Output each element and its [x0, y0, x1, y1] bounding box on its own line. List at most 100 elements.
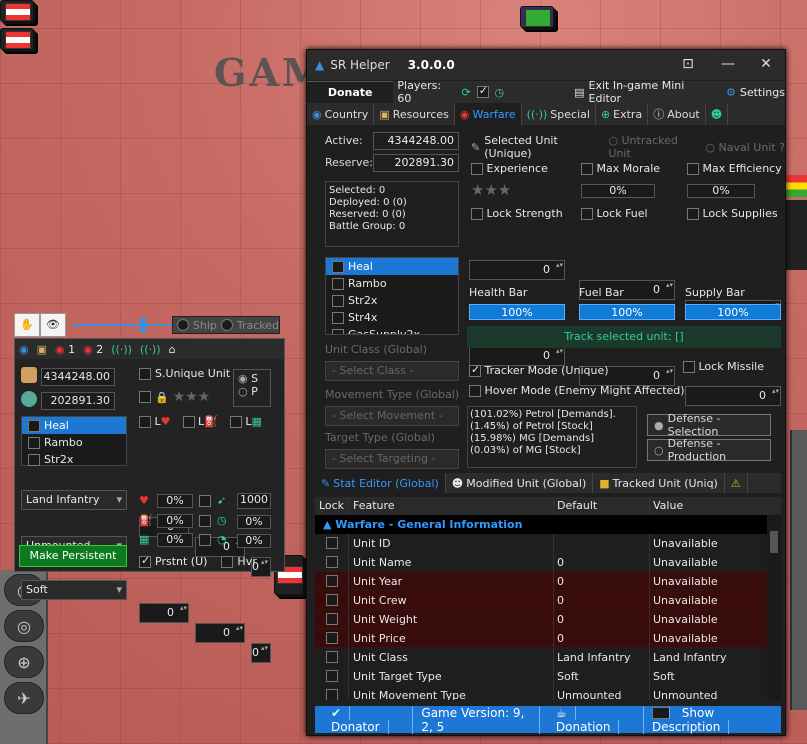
header-default[interactable]: Default — [554, 497, 650, 515]
list-item[interactable]: Str2x — [22, 451, 126, 468]
box-icon[interactable]: ▣ — [37, 343, 47, 356]
panel-active-input[interactable]: 4344248.00 — [41, 368, 115, 386]
reserve-input[interactable]: 202891.30 — [373, 154, 459, 172]
s-radio[interactable]: ◉ S — [238, 372, 266, 385]
hvr-checkbox[interactable] — [221, 555, 234, 568]
header-feature[interactable]: Feature — [349, 497, 554, 515]
panel-class-select[interactable]: Land Infantry — [21, 490, 127, 510]
radio-untracked[interactable]: ○ Untracked Unit — [608, 134, 697, 160]
minimize-button[interactable]: — — [719, 56, 737, 72]
tab-modified-unit[interactable]: ☻ Modified Unit (Global) — [446, 473, 594, 493]
list-item[interactable]: Heal — [326, 258, 458, 275]
strength-field[interactable]: 0 — [469, 260, 565, 280]
list-item[interactable]: Str2x — [326, 292, 458, 309]
l-supply[interactable]: L▦ — [229, 415, 262, 428]
panel-num-field[interactable]: 0 — [195, 623, 245, 643]
lock-missile-row[interactable]: Lock Missile — [683, 360, 764, 373]
lock-health[interactable] — [199, 494, 211, 507]
radio-naval[interactable]: ○ Naval Unit ? — [705, 141, 785, 154]
panel-target-select[interactable]: Soft — [21, 580, 127, 600]
radio-selected-unit[interactable]: Selected Unit (Unique) — [484, 134, 600, 160]
panel-unit-list[interactable]: Heal Rambo Str2x — [21, 416, 127, 466]
list-item[interactable]: Str4x — [326, 309, 458, 326]
hand-icon[interactable]: ✋ — [14, 313, 40, 337]
tab-extra[interactable]: ⊕ Extra — [596, 103, 649, 125]
prstnt-checkbox[interactable] — [139, 554, 151, 568]
table-row[interactable]: Unit Name 0 Unavailable — [315, 553, 781, 572]
ship-radio[interactable] — [177, 319, 189, 331]
active-input[interactable]: 4344248.00 — [373, 132, 459, 150]
tab-missile[interactable]: ◉ 2 — [83, 343, 103, 356]
list-item[interactable]: GasSupply2x — [326, 326, 458, 334]
experience-stars[interactable]: ★★★ — [471, 181, 511, 199]
home-icon[interactable]: ⌂ — [169, 343, 176, 356]
eye-icon[interactable]: 👁 — [40, 313, 66, 337]
unique-unit-checkbox[interactable] — [139, 367, 151, 380]
lock-supplies-row[interactable]: Lock Supplies — [687, 207, 778, 220]
health-bar[interactable]: 100% — [469, 304, 565, 320]
table-row[interactable]: Unit Weight 0 Unavailable — [315, 610, 781, 629]
experience-row[interactable]: Experience — [471, 162, 548, 175]
track-selected-unit[interactable]: Track selected unit: [] — [467, 326, 781, 348]
max-efficiency-row[interactable]: Max Efficiency — [687, 162, 782, 175]
strength-field-2[interactable]: 0 — [469, 346, 565, 366]
table-row[interactable]: Unit Year 0 Unavailable — [315, 572, 781, 591]
defense-selection-button[interactable]: ● Defense - Selection — [647, 412, 771, 438]
exit-editor-button[interactable]: Exit In-game Mini Editor — [589, 79, 718, 105]
tab-tracked-unit[interactable]: ■ Tracked Unit (Uniq) — [593, 473, 725, 493]
unit-counter[interactable] — [520, 6, 554, 28]
close-button[interactable]: ✕ — [757, 56, 775, 72]
settings-button[interactable]: Settings — [740, 86, 785, 99]
tab-warfare[interactable]: ◉ Warfare — [454, 103, 522, 125]
tab-about[interactable]: ⓘ About — [648, 103, 706, 125]
vs-icon[interactable]: ⊡ — [679, 56, 697, 72]
p-radio[interactable]: ○ P — [238, 385, 266, 398]
clock-icon[interactable]: ◷ — [495, 86, 505, 99]
tracked-radio[interactable] — [220, 319, 233, 331]
supply-bar[interactable]: 100% — [685, 304, 781, 320]
unit-class-select[interactable]: - Select Class - — [325, 361, 459, 381]
table-row[interactable]: Unit Price 0 Unavailable — [315, 629, 781, 648]
make-persistent-button[interactable]: Make Persistent — [19, 545, 127, 567]
unit-counter[interactable] — [0, 0, 34, 22]
zoom-slider[interactable] — [72, 324, 172, 326]
hover-mode-row[interactable]: Hover Mode (Enemy Might Affected) — [469, 384, 685, 397]
panel-num-field[interactable]: 0 — [251, 643, 271, 663]
panel-value-1000[interactable]: 1000 — [237, 493, 271, 509]
lock-supply[interactable] — [199, 533, 211, 546]
plane-icon[interactable]: ✈ — [4, 682, 44, 714]
show-description-toggle[interactable]: Show Description — [644, 705, 781, 734]
table-row[interactable]: Unit Target Type Soft Soft — [315, 667, 781, 686]
grid-section[interactable]: ▲ Warfare - General Information — [315, 515, 781, 534]
panel-reserve-input[interactable]: 202891.30 — [41, 392, 115, 410]
zoom-slider-thumb[interactable] — [140, 318, 146, 332]
tab-stat-editor[interactable]: ✎ Stat Editor (Global) — [315, 473, 446, 493]
table-row[interactable]: Unit Class Land Infantry Land Infantry — [315, 648, 781, 667]
title-bar[interactable]: ▲ SR Helper 3.0.0.0 ⊡ — ✕ — [307, 50, 785, 80]
list-item[interactable]: Heal — [22, 417, 126, 434]
header-lock[interactable]: Lock — [315, 497, 349, 515]
star-rating[interactable]: ★★★ — [173, 389, 211, 405]
tab-warfare[interactable]: ◉ 1 — [55, 343, 75, 356]
movement-select[interactable]: - Select Movement - — [325, 406, 459, 426]
refresh-icon[interactable]: ⟳ — [461, 86, 470, 99]
table-row[interactable]: Unit ID Unavailable — [315, 534, 781, 553]
tab-user[interactable]: ☻ — [706, 103, 729, 125]
target-select[interactable]: - Select Targeting - — [325, 449, 459, 469]
signal-icon[interactable]: ((·)) — [111, 343, 132, 356]
l-heart[interactable]: L♥ — [139, 415, 171, 428]
tab-country[interactable]: ◉ Country — [307, 103, 375, 125]
signal-icon[interactable]: ((·)) — [140, 343, 161, 356]
exit-icon[interactable]: ▤ — [574, 86, 584, 99]
unit-list[interactable]: Heal Rambo Str2x Str4x GasSupply2x — [325, 257, 459, 335]
lock-fuel-row[interactable]: Lock Fuel — [581, 207, 648, 220]
gear-icon[interactable]: ⚙ — [726, 86, 736, 99]
globe-icon[interactable]: ◎ — [4, 610, 44, 642]
target-icon[interactable]: ⊕ — [4, 646, 44, 678]
tab-resources[interactable]: ▣ Resources — [374, 103, 455, 125]
l-fuel[interactable]: L⛽ — [182, 415, 218, 428]
donation-link[interactable]: ☕ Donation — [540, 705, 644, 734]
header-value[interactable]: Value — [650, 497, 766, 515]
tracker-mode-row[interactable]: Tracker Mode (Unique) — [469, 363, 609, 377]
unit-counter[interactable] — [0, 28, 34, 50]
